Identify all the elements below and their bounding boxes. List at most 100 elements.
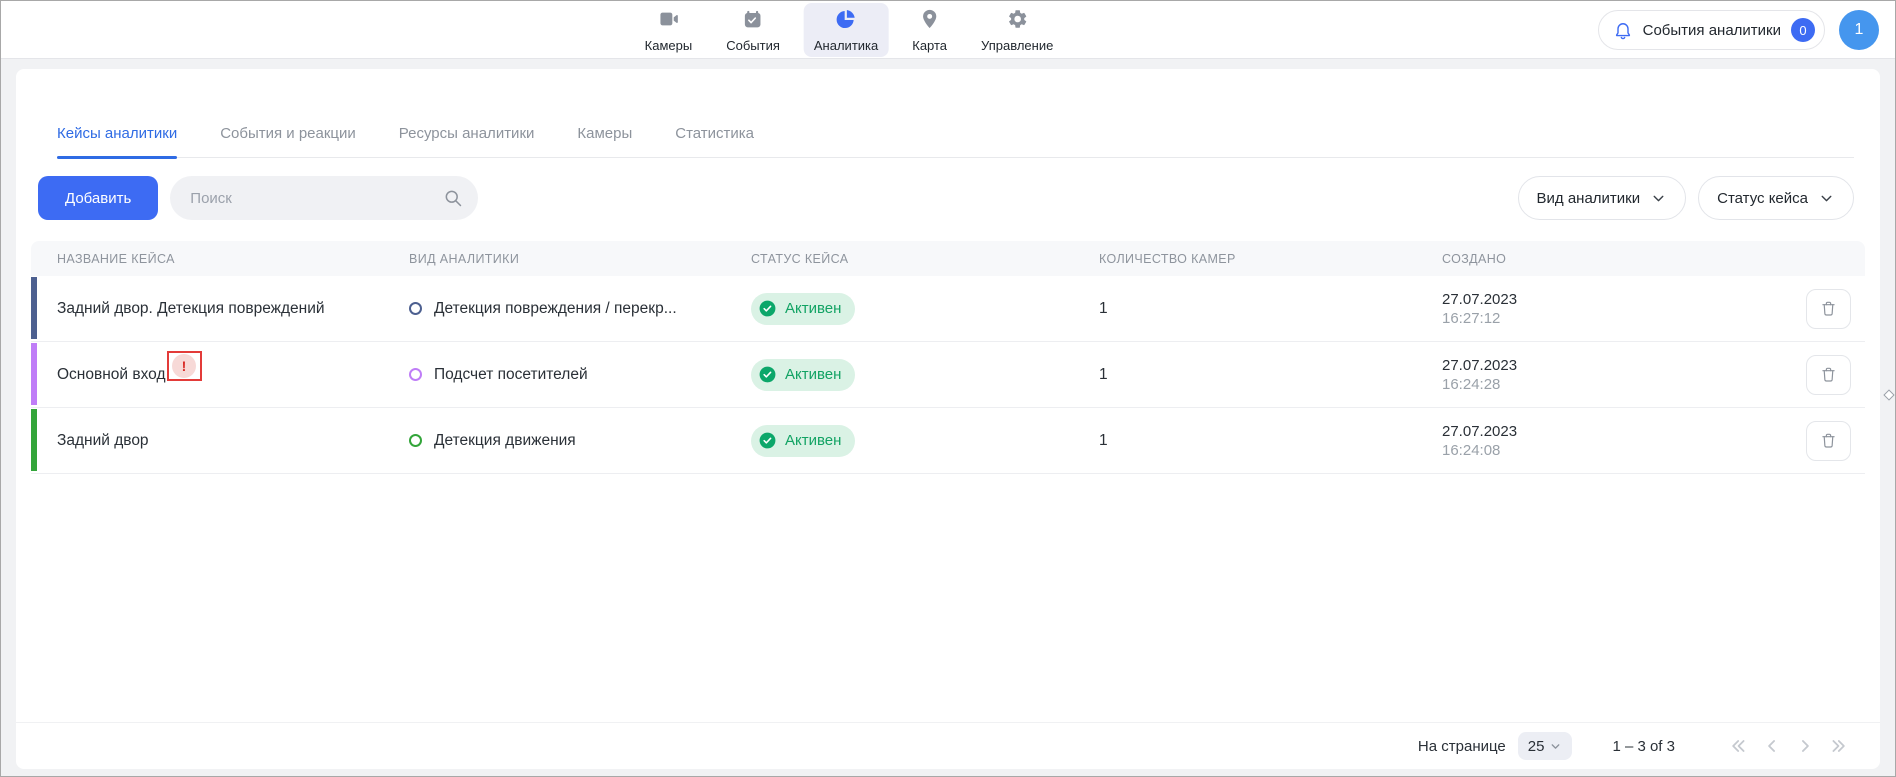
nav-item-analytics[interactable]: Аналитика <box>804 3 888 57</box>
nav-label: Управление <box>981 38 1053 53</box>
column-header-analytics-type: ВИД АНАЛИТИКИ <box>383 252 725 266</box>
actions-cell <box>1785 421 1865 461</box>
nav-label: Камеры <box>645 38 693 53</box>
search-field <box>170 176 478 220</box>
analytics-type-filter[interactable]: Вид аналитики <box>1518 176 1687 220</box>
events-count-badge: 0 <box>1791 18 1815 42</box>
last-page-button[interactable] <box>1826 734 1850 758</box>
actions-cell <box>1785 289 1865 329</box>
case-status-cell: Активен <box>725 293 1073 325</box>
camera-count-cell: 1 <box>1073 300 1416 318</box>
tab-cameras[interactable]: Камеры <box>577 109 632 157</box>
chevron-down-icon <box>1549 740 1562 753</box>
created-date: 27.07.2023 <box>1442 291 1517 308</box>
analytics-type-cell: Детекция повреждения / перекр... <box>383 300 725 318</box>
nav-item-events[interactable]: События <box>716 3 790 57</box>
pagination-bar: На странице 25 1 – 3 of 3 <box>16 722 1880 769</box>
toolbar: Добавить Вид аналитики Статус кейса <box>38 176 1854 220</box>
status-badge: Активен <box>751 359 855 391</box>
created-time: 16:24:08 <box>1442 442 1500 459</box>
column-header-case-status: СТАТУС КЕЙСА <box>725 252 1073 266</box>
analytics-type-label: Детекция повреждения / перекр... <box>434 300 677 318</box>
analytics-events-button[interactable]: События аналитики 0 <box>1598 10 1825 50</box>
table-row[interactable]: Задний двор Детекция движения Активен 1 … <box>31 408 1865 474</box>
alert-icon: ! <box>172 354 196 378</box>
delete-button[interactable] <box>1806 355 1851 395</box>
check-circle-icon <box>758 365 777 384</box>
map-pin-icon <box>919 8 941 35</box>
trash-icon <box>1819 431 1838 450</box>
tab-analytics-resources[interactable]: Ресурсы аналитики <box>399 109 535 157</box>
case-name-cell: Задний двор <box>31 432 383 450</box>
analytics-type-label: Детекция движения <box>434 432 576 450</box>
nav-item-cameras[interactable]: Камеры <box>635 3 703 57</box>
table-row[interactable]: Основной вход ! Подсчет посетителей Акти… <box>31 342 1865 408</box>
row-accent-bar <box>31 277 37 339</box>
pie-chart-icon <box>835 8 857 35</box>
tab-statistics[interactable]: Статистика <box>675 109 754 157</box>
camera-count: 1 <box>1099 300 1108 318</box>
created-cell: 27.07.2023 16:27:12 <box>1416 291 1785 327</box>
primary-nav: Камеры События Аналитика Карта Управлени… <box>635 1 1064 59</box>
status-badge: Активен <box>751 293 855 325</box>
analytics-type-cell: Детекция движения <box>383 432 725 450</box>
user-avatar[interactable]: 1 <box>1839 10 1879 50</box>
tab-analytics-cases[interactable]: Кейсы аналитики <box>57 109 177 157</box>
bell-icon <box>1613 20 1633 40</box>
camera-count: 1 <box>1099 432 1108 450</box>
delete-button[interactable] <box>1806 289 1851 329</box>
created-time: 16:24:28 <box>1442 376 1500 393</box>
analytics-type-label: Подсчет посетителей <box>434 366 588 384</box>
row-accent-bar <box>31 409 37 471</box>
topbar-right: События аналитики 0 1 <box>1598 10 1879 50</box>
trash-icon <box>1819 299 1838 318</box>
pager-controls <box>1727 734 1850 758</box>
case-name: Задний двор. Детекция повреждений <box>57 300 325 318</box>
cases-table: НАЗВАНИЕ КЕЙСА ВИД АНАЛИТИКИ СТАТУС КЕЙС… <box>31 241 1865 474</box>
analytics-type-dot <box>409 302 422 315</box>
next-page-button[interactable] <box>1793 734 1817 758</box>
chevron-down-icon <box>1818 190 1835 207</box>
table-row[interactable]: Задний двор. Детекция повреждений Детекц… <box>31 276 1865 342</box>
created-time: 16:27:12 <box>1442 310 1500 327</box>
tabs-bar: Кейсы аналитики События и реакции Ресурс… <box>57 109 1854 158</box>
tab-events-and-reactions[interactable]: События и реакции <box>220 109 356 157</box>
add-button[interactable]: Добавить <box>38 176 158 220</box>
status-label: Активен <box>785 366 841 383</box>
camera-count-cell: 1 <box>1073 432 1416 450</box>
nav-item-map[interactable]: Карта <box>902 3 957 57</box>
case-name: Задний двор <box>57 432 149 450</box>
pagination-range: 1 – 3 of 3 <box>1612 738 1675 755</box>
gear-icon <box>1006 8 1028 35</box>
created-cell: 27.07.2023 16:24:28 <box>1416 357 1785 393</box>
search-icon <box>443 188 463 208</box>
search-input[interactable] <box>170 176 478 220</box>
per-page-select[interactable]: 25 <box>1518 732 1573 760</box>
calendar-check-icon <box>742 8 764 35</box>
per-page-value: 25 <box>1528 738 1545 755</box>
check-circle-icon <box>758 431 777 450</box>
analytics-type-cell: Подсчет посетителей <box>383 366 725 384</box>
check-circle-icon <box>758 299 777 318</box>
cursor-artifact <box>1883 389 1894 400</box>
first-page-button[interactable] <box>1727 734 1751 758</box>
delete-button[interactable] <box>1806 421 1851 461</box>
alert-annotation: ! <box>167 351 202 381</box>
row-accent-bar <box>31 343 37 405</box>
nav-label: События <box>726 38 780 53</box>
table-header-row: НАЗВАНИЕ КЕЙСА ВИД АНАЛИТИКИ СТАТУС КЕЙС… <box>31 241 1865 276</box>
events-button-label: События аналитики <box>1643 22 1781 39</box>
column-header-created: СОЗДАНО <box>1416 252 1785 266</box>
nav-item-management[interactable]: Управление <box>971 3 1063 57</box>
actions-cell <box>1785 355 1865 395</box>
nav-label: Аналитика <box>814 38 878 53</box>
analytics-type-dot <box>409 368 422 381</box>
case-status-cell: Активен <box>725 359 1073 391</box>
case-status-filter[interactable]: Статус кейса <box>1698 176 1854 220</box>
previous-page-button[interactable] <box>1760 734 1784 758</box>
per-page-label: На странице <box>1418 738 1506 755</box>
camera-count: 1 <box>1099 366 1108 384</box>
case-name: Основной вход <box>57 366 166 384</box>
created-cell: 27.07.2023 16:24:08 <box>1416 423 1785 459</box>
video-camera-icon <box>657 8 679 35</box>
